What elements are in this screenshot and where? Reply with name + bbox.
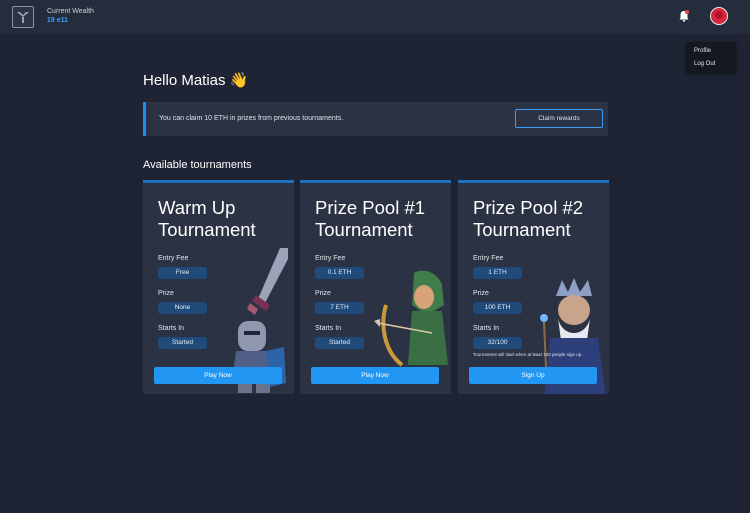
notification-bell-icon[interactable]	[677, 9, 691, 23]
notification-badge	[685, 10, 689, 14]
tournament-title: Prize Pool #1 Tournament	[315, 197, 426, 240]
play-now-button[interactable]: Play Now	[311, 367, 439, 384]
menu-item-logout[interactable]: Log Out	[694, 61, 715, 67]
entry-fee-value: Free	[158, 267, 207, 279]
section-title: Available tournaments	[143, 159, 252, 171]
prize-label: Prize	[473, 290, 489, 297]
starts-in-value: Started	[315, 337, 364, 349]
play-now-button[interactable]: Play Now	[154, 367, 282, 384]
menu-item-profile[interactable]: Profile	[694, 48, 711, 54]
prize-value: 7 ETH	[315, 302, 364, 314]
prize-value: None	[158, 302, 207, 314]
entry-fee-label: Entry Fee	[315, 255, 346, 262]
tournament-card-prize-pool-1: Prize Pool #1 Tournament Entry Fee 0.1 E…	[300, 180, 451, 394]
prize-label: Prize	[315, 290, 331, 297]
starts-in-label: Starts In	[473, 325, 500, 332]
claim-rewards-button[interactable]: Claim rewards	[515, 109, 603, 128]
user-avatar[interactable]	[710, 7, 728, 25]
prize-label: Prize	[158, 290, 174, 297]
starts-in-value: Started	[158, 337, 207, 349]
tournament-title: Prize Pool #2 Tournament	[473, 197, 584, 240]
top-bar: Current Wealth 19 e11	[0, 0, 750, 34]
prize-value: 100 ETH	[473, 302, 522, 314]
app-logo-icon[interactable]	[12, 6, 34, 28]
entry-fee-value: 1 ETH	[473, 267, 522, 279]
claim-banner: You can claim 10 ETH in prizes from prev…	[143, 102, 608, 136]
tournament-title: Warm Up Tournament	[158, 197, 256, 240]
starts-in-label: Starts In	[158, 325, 185, 332]
user-dropdown-menu: Profile Log Out	[686, 42, 736, 73]
entry-fee-value: 0.1 ETH	[315, 267, 364, 279]
wealth-label: Current Wealth	[47, 8, 94, 15]
claim-message: You can claim 10 ETH in prizes from prev…	[159, 115, 344, 122]
entry-fee-label: Entry Fee	[158, 255, 189, 262]
sign-up-button[interactable]: Sign Up	[469, 367, 597, 384]
tournament-card-warm-up: Warm Up Tournament Entry Fee Free Prize …	[143, 180, 294, 394]
starts-in-value: 32/100	[473, 337, 522, 349]
wealth-value: 19 e11	[47, 17, 69, 24]
entry-fee-label: Entry Fee	[473, 255, 504, 262]
page-greeting: Hello Matias 👋	[143, 72, 249, 89]
starts-in-label: Starts In	[315, 325, 342, 332]
tournament-card-prize-pool-2: Prize Pool #2 Tournament Entry Fee 1 ETH…	[458, 180, 609, 394]
signup-note: Tournament will start when at least 100 …	[473, 352, 583, 357]
